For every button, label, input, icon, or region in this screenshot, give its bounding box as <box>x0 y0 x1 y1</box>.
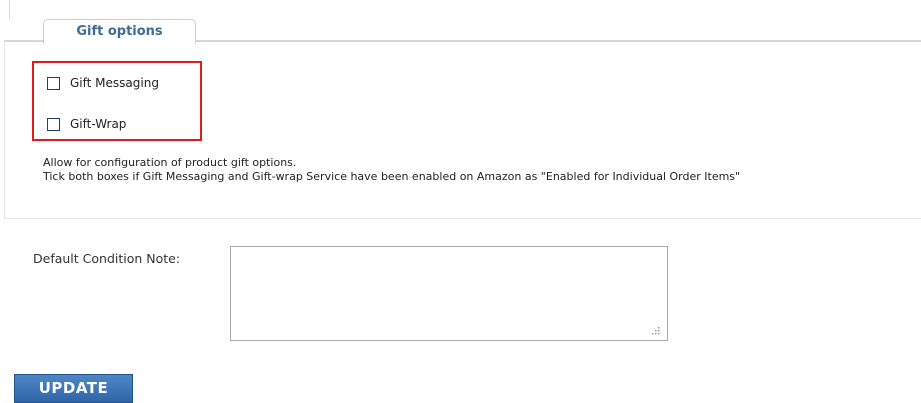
condition-note-label: Default Condition Note: <box>33 251 181 266</box>
gift-options-legend: Gift options <box>43 19 196 44</box>
gift-messaging-label: Gift Messaging <box>70 76 159 90</box>
divider <box>9 0 10 20</box>
condition-note-textarea[interactable] <box>230 246 668 341</box>
gift-wrap-label: Gift-Wrap <box>70 117 127 131</box>
description-line-1: Allow for configuration of product gift … <box>43 156 297 169</box>
gift-options-description: Allow for configuration of product gift … <box>43 156 740 184</box>
description-line-2: Tick both boxes if Gift Messaging and Gi… <box>43 170 741 183</box>
gift-messaging-option[interactable]: Gift Messaging <box>47 76 159 90</box>
gift-wrap-option[interactable]: Gift-Wrap <box>47 117 126 131</box>
gift-wrap-checkbox[interactable] <box>47 117 60 131</box>
update-button[interactable]: UPDATE <box>14 374 133 403</box>
gift-messaging-checkbox[interactable] <box>47 76 60 90</box>
settings-page: Gift options Gift Messaging Gift-Wrap Al… <box>0 0 921 403</box>
